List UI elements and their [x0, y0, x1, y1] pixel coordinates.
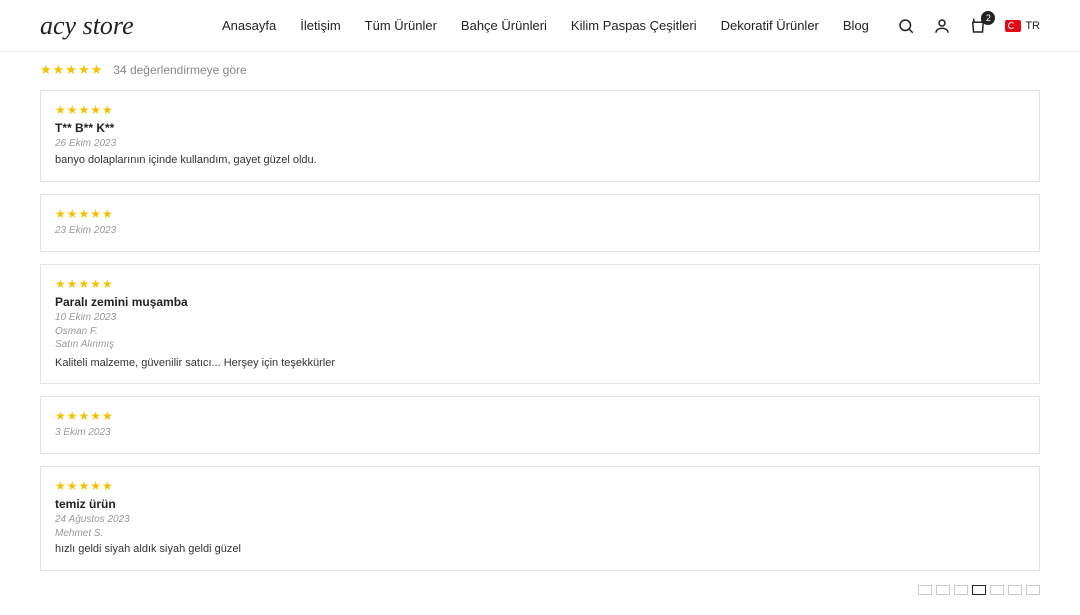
review-date: 23 Ekim 2023: [55, 225, 1025, 236]
language-label: TR: [1025, 20, 1040, 32]
review-item: ★★★★★ 23 Ekim 2023: [40, 194, 1040, 252]
review-date: 24 Ağustos 2023: [55, 514, 1025, 525]
content: ★★★★★ 34 değerlendirmeye göre ★★★★★ T** …: [0, 52, 1080, 615]
cart-badge: 2: [981, 11, 995, 25]
review-stars-icon: ★★★★★: [55, 103, 1025, 117]
pagination: [40, 585, 1040, 595]
page-box[interactable]: [990, 585, 1004, 595]
language-selector[interactable]: TR: [1005, 20, 1040, 32]
review-author: Mehmet S.: [55, 528, 1025, 539]
page-box[interactable]: [954, 585, 968, 595]
nav-item-anasayfa[interactable]: Anasayfa: [222, 18, 276, 33]
nav-item-iletisim[interactable]: İletişim: [300, 18, 340, 33]
review-date: 10 Ekim 2023: [55, 312, 1025, 323]
flag-tr-icon: [1005, 20, 1021, 32]
review-verified: Satın Alınmış: [55, 339, 1025, 350]
reviews-list: ★★★★★ T** B** K** 26 Ekim 2023 banyo dol…: [40, 90, 1040, 571]
review-stars-icon: ★★★★★: [55, 479, 1025, 493]
review-item: ★★★★★ temiz ürün 24 Ağustos 2023 Mehmet …: [40, 466, 1040, 571]
review-item: ★★★★★ T** B** K** 26 Ekim 2023 banyo dol…: [40, 90, 1040, 182]
review-date: 26 Ekim 2023: [55, 138, 1025, 149]
review-item: ★★★★★ Paralı zemini muşamba 10 Ekim 2023…: [40, 264, 1040, 385]
account-icon[interactable]: [933, 17, 951, 35]
review-title: Paralı zemini muşamba: [55, 295, 1025, 309]
review-title: temiz ürün: [55, 497, 1025, 511]
nav-item-blog[interactable]: Blog: [843, 18, 869, 33]
review-stars-icon: ★★★★★: [55, 207, 1025, 221]
review-text: hızlı geldi siyah aldık siyah geldi güze…: [55, 541, 1025, 558]
search-icon[interactable]: [897, 17, 915, 35]
nav-item-dekoratif[interactable]: Dekoratif Ürünler: [721, 18, 819, 33]
nav-item-bahce[interactable]: Bahçe Ürünleri: [461, 18, 547, 33]
main-nav: Anasayfa İletişim Tüm Ürünler Bahçe Ürün…: [194, 18, 898, 33]
page-box-active[interactable]: [972, 585, 986, 595]
review-date: 3 Ekim 2023: [55, 427, 1025, 438]
header-actions: 2 TR: [897, 17, 1040, 35]
review-text: Kaliteli malzeme, güvenilir satıcı... He…: [55, 355, 1025, 372]
review-title: T** B** K**: [55, 121, 1025, 135]
nav-item-tum-urunler[interactable]: Tüm Ürünler: [365, 18, 437, 33]
review-stars-icon: ★★★★★: [55, 409, 1025, 423]
review-author: Osman F.: [55, 326, 1025, 337]
header: acy store Anasayfa İletişim Tüm Ürünler …: [0, 0, 1080, 52]
review-stars-icon: ★★★★★: [55, 277, 1025, 291]
cart-icon[interactable]: 2: [969, 17, 987, 35]
review-item: ★★★★★ 3 Ekim 2023: [40, 396, 1040, 454]
nav-item-kilim[interactable]: Kilim Paspas Çeşitleri: [571, 18, 697, 33]
review-text: banyo dolaplarının içinde kullandım, gay…: [55, 152, 1025, 169]
summary-count: 34 değerlendirmeye göre: [113, 63, 246, 77]
page-box[interactable]: [1026, 585, 1040, 595]
reviews-summary: ★★★★★ 34 değerlendirmeye göre: [40, 62, 1040, 78]
summary-stars-icon: ★★★★★: [40, 62, 103, 78]
page-box[interactable]: [918, 585, 932, 595]
store-logo[interactable]: acy store: [40, 11, 134, 41]
page-box[interactable]: [1008, 585, 1022, 595]
page-box[interactable]: [936, 585, 950, 595]
